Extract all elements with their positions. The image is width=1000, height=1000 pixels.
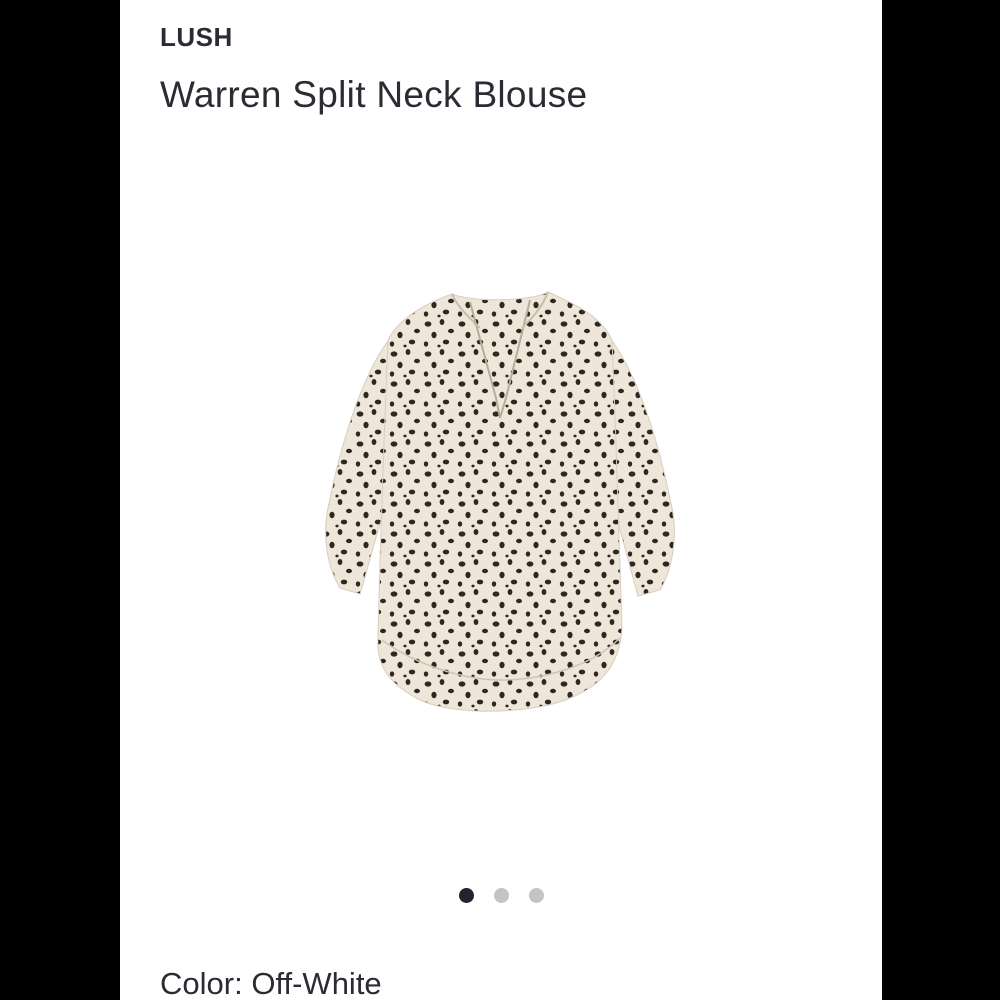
screen: LUSH Warren Split Neck Blouse Color: Off…	[0, 0, 1000, 1000]
color-value: Off-White	[251, 966, 382, 1000]
carousel-dot-1[interactable]	[458, 888, 474, 903]
carousel-dot-3[interactable]	[528, 888, 544, 903]
product-image[interactable]	[320, 288, 680, 728]
image-carousel-dots	[120, 888, 882, 903]
color-info: Color: Off-White	[160, 966, 382, 1000]
blouse-body	[377, 291, 623, 712]
product-title: Warren Split Neck Blouse	[160, 74, 588, 115]
brand-name: LUSH	[160, 22, 233, 52]
color-label: Color:	[160, 966, 243, 1000]
carousel-dot-2[interactable]	[493, 888, 509, 903]
product-detail-card: LUSH Warren Split Neck Blouse Color: Off…	[120, 0, 882, 1000]
